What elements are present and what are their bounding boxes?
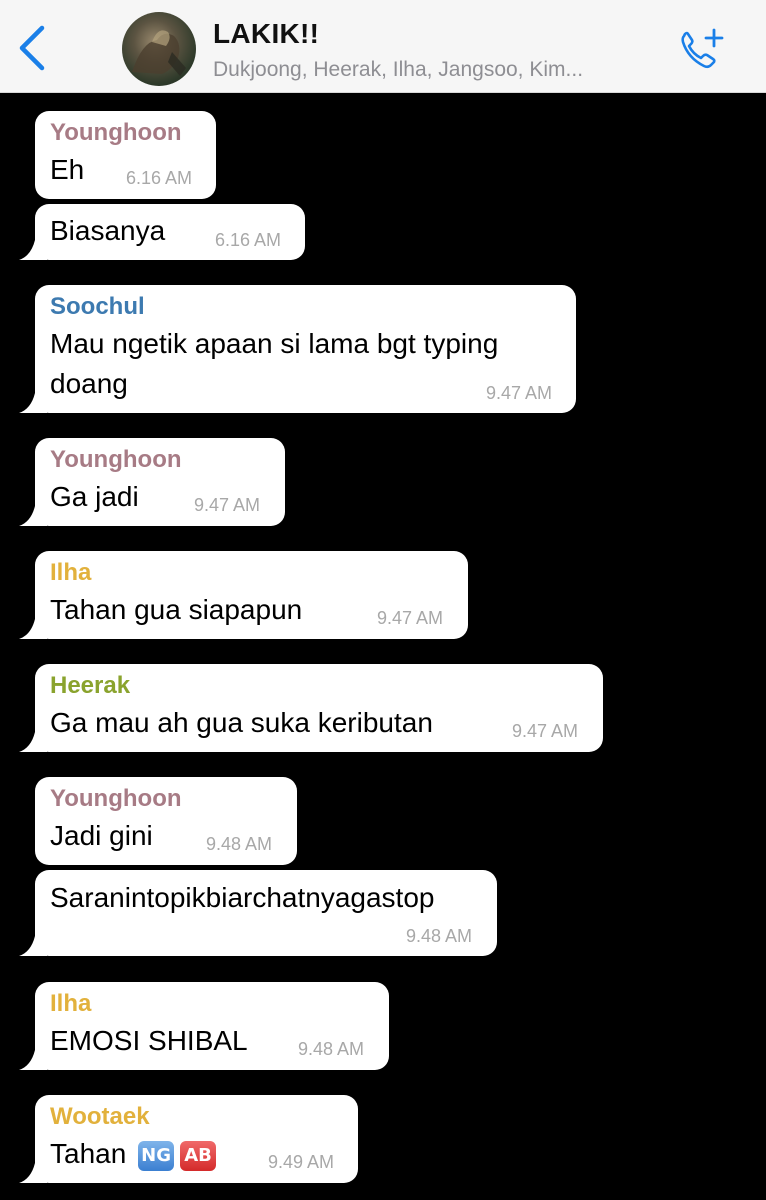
bubble-tail [19, 615, 47, 639]
message-text: Saranintopikbiarchatnyagastop [50, 882, 435, 913]
chevron-left-icon [19, 25, 45, 71]
message-bubble[interactable]: Younghoon Jadi gini 9.48 AM [35, 777, 297, 865]
message-text: Tahan gua siapapun [50, 594, 303, 625]
bubble-tail [19, 1046, 47, 1070]
add-call-icon [681, 28, 724, 69]
message-bubble[interactable]: Ilha Tahan gua siapapun 9.47 AM [19, 551, 468, 639]
message-bubble[interactable]: Soochul Mau ngetik apaan si lama bgt typ… [19, 285, 576, 413]
group-avatar[interactable] [122, 12, 196, 86]
message-content: Tahan NG AB [50, 1138, 217, 1171]
sender-name: Ilha [50, 559, 92, 586]
message-text: Tahan [50, 1138, 127, 1169]
back-button[interactable] [14, 24, 50, 72]
message-text: Biasanya [50, 215, 166, 246]
message-text-line-2: doang [50, 368, 128, 399]
bubble-tail [19, 236, 47, 260]
message-time: 9.48 AM [206, 834, 273, 854]
message-text: Ga jadi [50, 481, 139, 512]
bubble-tail [19, 728, 47, 752]
message-bubble[interactable]: Younghoon Eh 6.16 AM [35, 111, 216, 199]
sender-name: Wootaek [50, 1103, 150, 1130]
message-bubble[interactable]: Saranintopikbiarchatnyagastop 9.48 AM [19, 870, 497, 956]
message-bubble[interactable]: Wootaek Tahan NG AB 9.49 AM [19, 1095, 358, 1183]
message-bubble[interactable]: Ilha EMOSI SHIBAL 9.48 AM [19, 982, 389, 1070]
avatar-image [132, 30, 186, 76]
ab-button-emoji: AB [180, 1140, 217, 1171]
message-bubble[interactable]: Biasanya 6.16 AM [19, 204, 305, 260]
sender-name: Ilha [50, 990, 92, 1017]
sender-name: Younghoon [50, 785, 182, 812]
message-bubble[interactable]: Heerak Ga mau ah gua suka keributan 9.47… [19, 664, 603, 752]
bubble-tail [19, 389, 47, 413]
message-time: 6.16 AM [215, 230, 282, 250]
bubble-tail [19, 502, 47, 526]
chat-participants[interactable]: Dukjoong, Heerak, Ilha, Jangsoo, Kim... [213, 58, 673, 82]
message-time: 9.49 AM [268, 1152, 335, 1172]
message-time: 9.47 AM [194, 495, 261, 515]
message-time: 9.48 AM [406, 926, 473, 946]
message-text: Ga mau ah gua suka keributan [50, 707, 433, 738]
message-time: 9.47 AM [486, 383, 553, 403]
add-call-button[interactable] [676, 24, 728, 74]
message-bubble[interactable]: Younghoon Ga jadi 9.47 AM [19, 438, 285, 526]
message-time: 9.47 AM [512, 721, 579, 741]
message-time: 6.16 AM [126, 168, 193, 188]
sender-name: Younghoon [50, 119, 182, 146]
bubble-tail [19, 932, 47, 956]
message-text: Jadi gini [50, 820, 153, 851]
chat-header: LAKIK!! Dukjoong, Heerak, Ilha, Jangsoo,… [0, 0, 766, 93]
sender-name: Soochul [50, 293, 145, 320]
message-text-line-1: Mau ngetik apaan si lama bgt typing [50, 328, 499, 359]
sender-name: Younghoon [50, 446, 182, 473]
message-text: Eh [50, 154, 85, 185]
message-time: 9.47 AM [377, 608, 444, 628]
message-text: EMOSI SHIBAL [50, 1025, 248, 1056]
bubble-tail [19, 1159, 47, 1183]
message-time: 9.48 AM [298, 1039, 365, 1059]
ng-button-emoji: NG [138, 1140, 175, 1171]
sender-name: Heerak [50, 672, 131, 699]
chat-title[interactable]: LAKIK!! [213, 18, 319, 50]
